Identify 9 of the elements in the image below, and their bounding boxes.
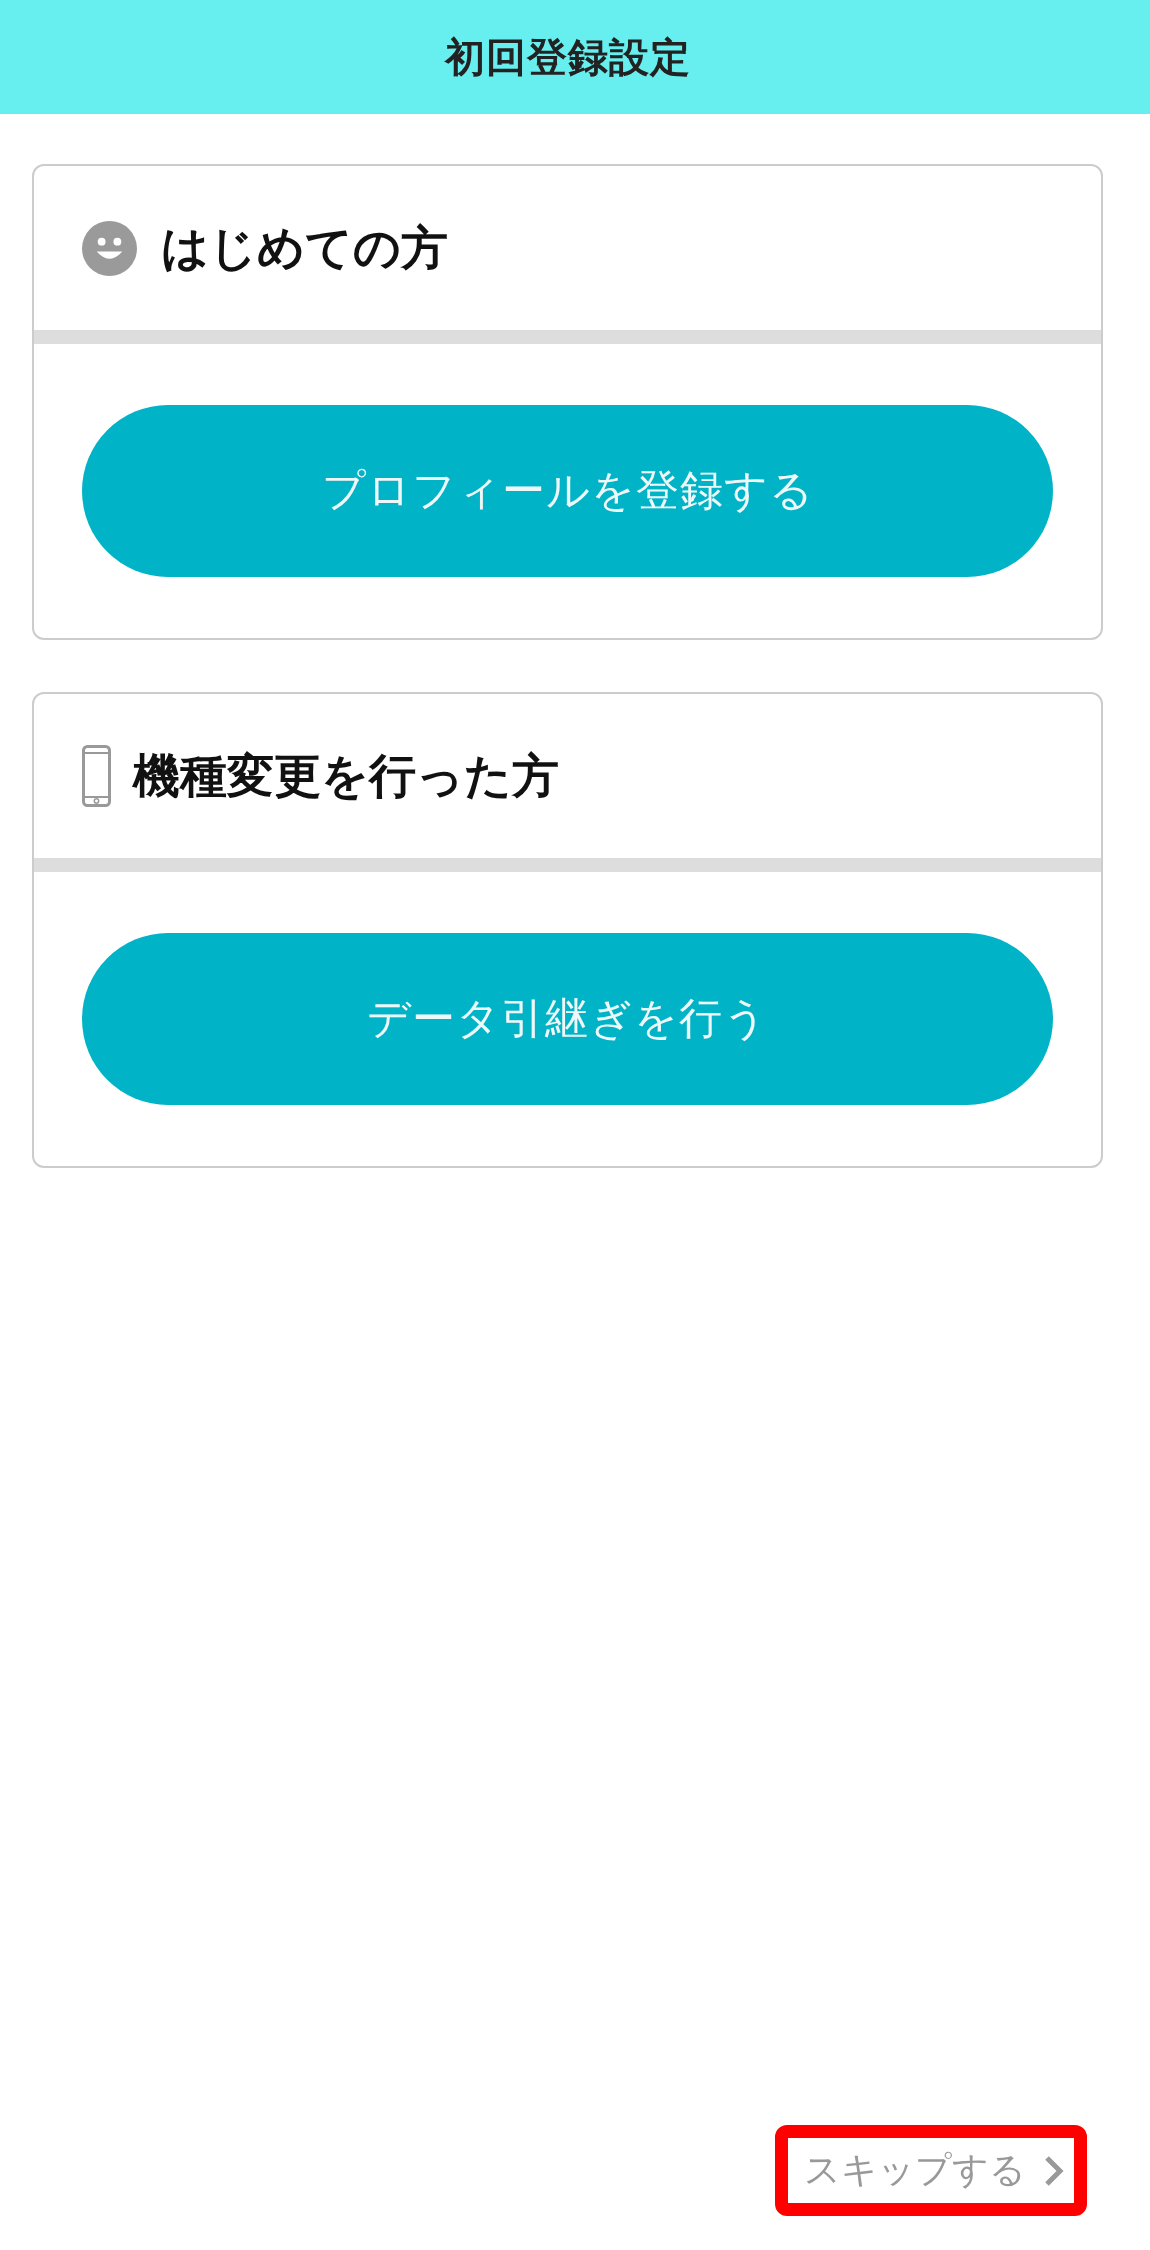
card-title: はじめての方	[161, 218, 448, 277]
page-title: 初回登録設定	[444, 32, 691, 82]
action-button[interactable]: プロフィールを登録する	[82, 405, 1053, 577]
card-title: 機種変更を行った方	[133, 746, 559, 805]
phone-icon	[82, 745, 111, 807]
smiley-icon	[82, 220, 137, 276]
action-button[interactable]: データ引継ぎを行う	[82, 933, 1053, 1105]
skip-link[interactable]: スキップする	[804, 2146, 1064, 2195]
chevron-right-icon	[1044, 2154, 1064, 2187]
